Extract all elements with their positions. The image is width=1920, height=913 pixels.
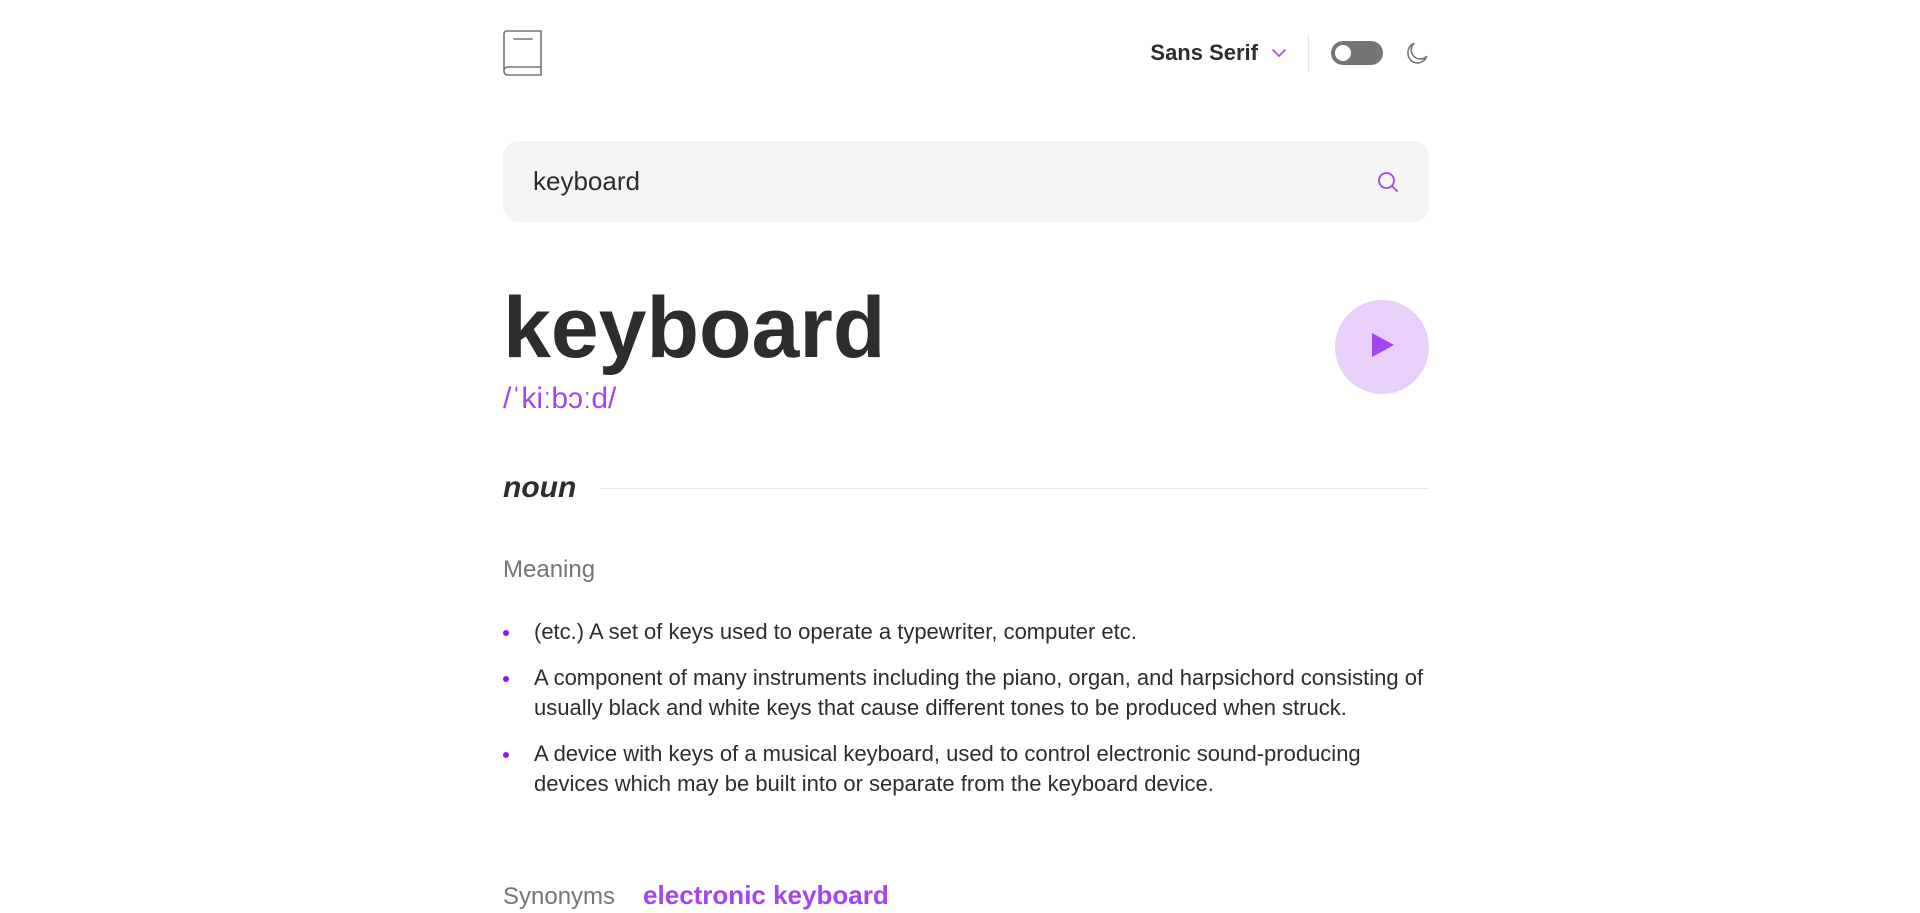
definition-text: (etc.) A set of keys used to operate a t… — [534, 619, 1137, 644]
chevron-down-icon — [1272, 49, 1286, 57]
definition-item: A device with keys of a musical keyboard… — [503, 739, 1429, 799]
definition-text: A device with keys of a musical keyboard… — [534, 741, 1361, 796]
part-of-speech: noun — [503, 471, 577, 504]
bullet-icon — [503, 630, 509, 636]
search-icon[interactable] — [1377, 171, 1399, 193]
theme-toggle[interactable] — [1331, 41, 1383, 65]
synonyms-label: Synonyms — [503, 883, 616, 910]
definition-item: A component of many instruments includin… — [503, 663, 1429, 723]
synonyms-row: Synonyms electronic keyboard — [503, 880, 889, 911]
synonym-link[interactable]: electronic keyboard — [643, 880, 889, 911]
meaning-heading: Meaning — [503, 556, 596, 583]
part-of-speech-row: noun — [503, 468, 1429, 508]
definition-list: (etc.) A set of keys used to operate a t… — [503, 617, 1429, 815]
search-input[interactable] — [533, 166, 1377, 197]
play-pronunciation-button[interactable] — [1335, 300, 1429, 394]
headword: keyboard — [503, 280, 886, 376]
definition-text: A component of many instruments includin… — [534, 665, 1424, 720]
search-bar — [503, 141, 1429, 222]
section-divider — [600, 487, 1429, 489]
header-controls: Sans Serif — [1150, 30, 1429, 76]
bullet-icon — [503, 676, 509, 682]
header: Sans Serif — [503, 30, 1429, 76]
book-icon[interactable] — [503, 30, 543, 76]
font-family-select[interactable]: Sans Serif — [1150, 40, 1290, 66]
font-select-value: Sans Serif — [1150, 40, 1258, 65]
bullet-icon — [503, 752, 509, 758]
definition-item: (etc.) A set of keys used to operate a t… — [503, 617, 1429, 647]
header-divider — [1308, 34, 1309, 72]
page-container: Sans Serif keyboard keyboard /ˈkiːbɔːd/ … — [503, 0, 1429, 913]
toggle-knob — [1335, 45, 1351, 61]
play-icon — [1369, 332, 1395, 363]
moon-icon[interactable] — [1405, 41, 1429, 65]
phonetic: /ˈkiːbɔːd/ — [503, 382, 617, 415]
